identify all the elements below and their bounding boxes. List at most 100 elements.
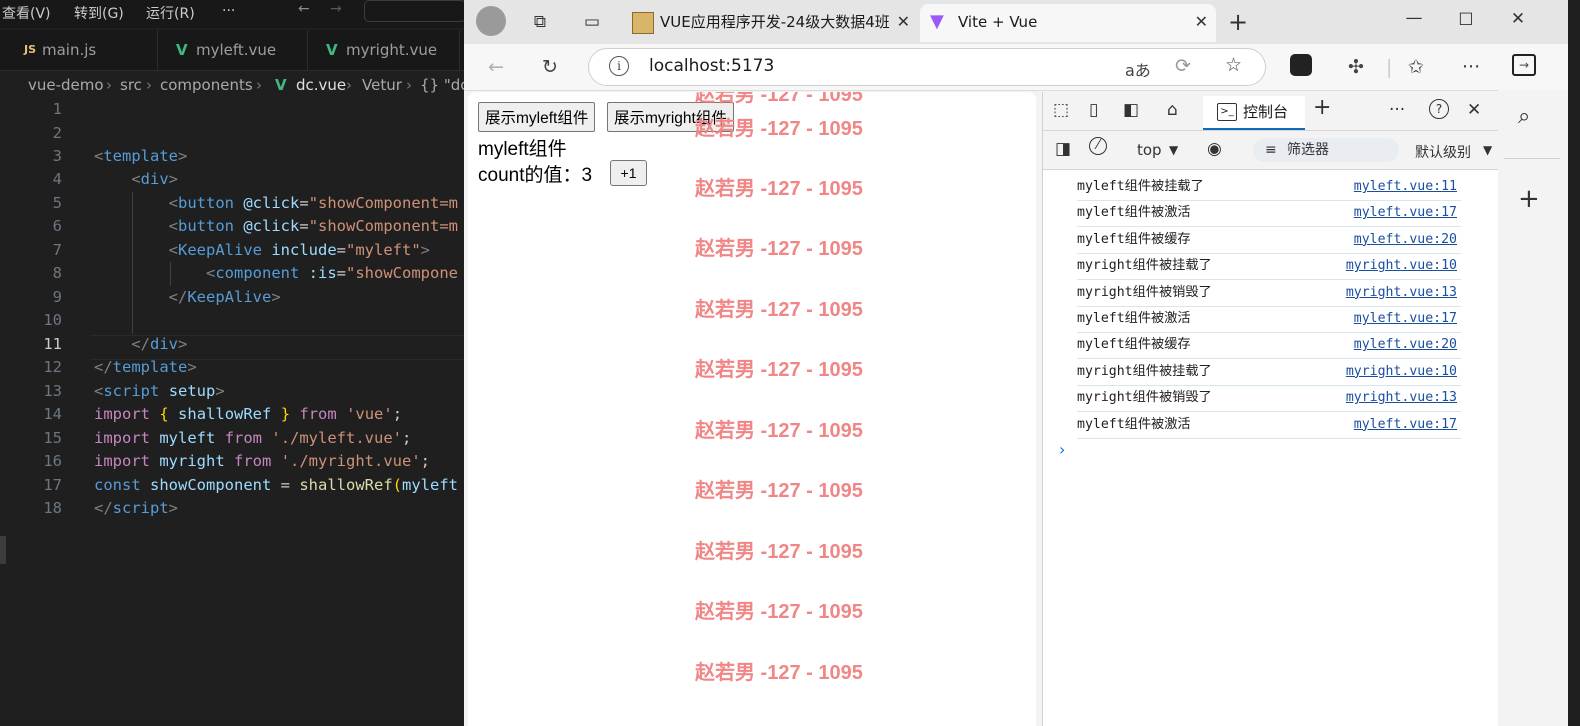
increment-button[interactable]: +1	[610, 160, 647, 186]
js-file-icon: JS	[24, 43, 37, 56]
log-source-link[interactable]: myleft.vue:20	[1354, 227, 1457, 253]
help-icon[interactable]: ?	[1429, 99, 1449, 119]
extension-app-icon[interactable]	[1290, 54, 1312, 76]
favorite-star-icon[interactable]: ☆	[1225, 54, 1242, 76]
profile-avatar-icon[interactable]	[476, 6, 506, 36]
menu-run[interactable]: 运行(R)	[146, 3, 195, 23]
show-myleft-button[interactable]: 展示myleft组件	[478, 102, 596, 132]
back-arrow-icon[interactable]: ←	[488, 56, 504, 78]
add-sidebar-app-icon[interactable]: +	[1518, 184, 1540, 214]
edge-sidebar: ⌕ +	[1498, 90, 1568, 726]
breadcrumb-item[interactable]: src	[120, 76, 142, 94]
tab-label: myleft.vue	[196, 41, 277, 59]
log-source-link[interactable]: myleft.vue:20	[1354, 332, 1457, 358]
web-page: 展示myleft组件 展示myright组件 myleft组件 count的值：…	[468, 92, 1036, 726]
vue-file-icon: V	[275, 76, 287, 94]
close-tab-icon[interactable]: ✕	[897, 4, 910, 40]
device-emulation-icon[interactable]: ▯	[1089, 100, 1098, 120]
dock-side-icon[interactable]: ◧	[1123, 100, 1139, 120]
more-tools-icon[interactable]: ···	[1389, 100, 1405, 120]
show-sidebar-icon[interactable]: ◨	[1055, 139, 1071, 159]
code-line: <button @click="showComponent=m	[168, 217, 458, 235]
console-log-row: myright组件被挂载了 myright.vue:10	[1077, 253, 1461, 281]
log-source-link[interactable]: myleft.vue:17	[1354, 412, 1457, 438]
menu-more[interactable]: ···	[222, 3, 235, 19]
chevron-right-icon: ›	[346, 76, 352, 94]
tab-main-js[interactable]: JS main.js	[16, 30, 158, 70]
line-number: 8	[52, 264, 62, 282]
filter-input[interactable]: ≡ 筛选器	[1253, 138, 1399, 162]
menu-bar: 查看(V) 转到(G) 运行(R) ··· ← →	[0, 0, 470, 28]
back-arrow-icon[interactable]: ←	[298, 1, 310, 17]
url-field[interactable]: i localhost:5173 aあ ⟳ ☆	[588, 48, 1266, 86]
code-line: <button @click="showComponent=m	[168, 194, 458, 212]
log-source-link[interactable]: myright.vue:10	[1346, 359, 1457, 385]
command-center[interactable]	[364, 0, 466, 22]
home-icon[interactable]: ⌂	[1167, 100, 1178, 120]
edge-refresh-icon[interactable]: ⟳	[1175, 55, 1191, 77]
inspect-element-icon[interactable]: ⬚	[1053, 100, 1069, 120]
log-source-link[interactable]: myleft.vue:17	[1354, 306, 1457, 332]
log-level-select[interactable]: 默认级别	[1415, 142, 1471, 162]
watermark-text: 赵若男 -127 - 1095	[695, 92, 863, 106]
console-prompt-icon[interactable]: ›	[1059, 440, 1065, 459]
url-text[interactable]: localhost:5173	[649, 56, 774, 76]
tab-vue-course[interactable]: VUE应用程序开发-24级大数据4班 ✕	[622, 4, 918, 42]
breadcrumb-item[interactable]: {} "dc	[420, 76, 469, 94]
line-number: 14	[43, 405, 62, 423]
tab-title: VUE应用程序开发-24级大数据4班	[660, 13, 890, 31]
workspaces-icon[interactable]: ⧉	[526, 8, 554, 36]
context-select[interactable]: top	[1137, 141, 1162, 159]
chevron-down-icon: ▼	[1483, 143, 1493, 157]
code-editor[interactable]: 1 2 3 4 5 6 7 8 9 10 11 12 13 14 15 16 17 18 <template> <…	[0, 100, 470, 726]
code-line: import myright from './myright.vue';	[94, 452, 431, 470]
clear-console-icon[interactable]: ⁄	[1089, 137, 1107, 155]
add-tool-icon[interactable]: +	[1313, 95, 1331, 120]
tab-console[interactable]: >_ 控制台	[1203, 96, 1305, 130]
menu-view[interactable]: 查看(V)	[2, 3, 51, 23]
extensions-puzzle-icon[interactable]: ✣	[1348, 56, 1364, 78]
breadcrumb-item[interactable]: dc.vue	[296, 76, 346, 94]
log-source-link[interactable]: myleft.vue:17	[1354, 200, 1457, 226]
live-expression-eye-icon[interactable]: ◉	[1207, 139, 1222, 159]
reload-icon[interactable]: ↻	[542, 56, 558, 78]
breadcrumb-item[interactable]: Vetur	[362, 76, 402, 94]
filter-placeholder: 筛选器	[1287, 142, 1329, 158]
sidebar-toggle-icon[interactable]: →	[1512, 54, 1536, 76]
tab-title: Vite + Vue	[958, 13, 1038, 31]
maximize-icon[interactable]: ☐	[1452, 6, 1480, 34]
close-window-icon[interactable]: ✕	[1504, 5, 1532, 33]
log-message: myleft组件被挂载了	[1077, 179, 1204, 194]
tab-label: myright.vue	[346, 41, 438, 59]
breadcrumb-item[interactable]: vue-demo	[28, 76, 104, 94]
breadcrumb-item[interactable]: components	[160, 76, 253, 94]
more-menu-icon[interactable]: ···	[1462, 56, 1480, 78]
search-icon[interactable]: ⌕	[1518, 104, 1530, 129]
close-devtools-icon[interactable]: ✕	[1467, 100, 1481, 120]
console-log-row: myright组件被销毁了 myright.vue:13	[1077, 385, 1461, 413]
forward-arrow-icon[interactable]: →	[330, 1, 342, 17]
site-info-icon[interactable]: i	[609, 56, 629, 76]
watermark-text: 赵若男 -127 - 1095	[695, 299, 863, 321]
console-log-row: myright组件被销毁了 myright.vue:13	[1077, 280, 1461, 307]
tab-myright-vue[interactable]: V myright.vue	[310, 30, 460, 70]
favorites-list-icon[interactable]: ✩	[1408, 56, 1424, 78]
new-tab-icon[interactable]: +	[1224, 8, 1252, 36]
code-line: import myleft from './myleft.vue';	[94, 429, 412, 447]
close-tab-icon[interactable]: ✕	[1195, 4, 1208, 40]
tab-myleft-vue[interactable]: V myleft.vue	[160, 30, 308, 70]
code-line: import { shallowRef } from 'vue';	[94, 405, 403, 423]
log-source-link[interactable]: myright.vue:13	[1346, 280, 1457, 306]
log-source-link[interactable]: myright.vue:13	[1346, 385, 1457, 411]
tab-vite-vue[interactable]: ▼ Vite + Vue ✕	[920, 4, 1216, 42]
vertical-tabs-icon[interactable]: ▭	[578, 8, 606, 36]
minimize-icon[interactable]: —	[1400, 4, 1428, 32]
read-aloud-icon[interactable]: aあ	[1125, 57, 1151, 81]
line-number: 1	[52, 100, 62, 118]
log-source-link[interactable]: myright.vue:10	[1346, 253, 1457, 279]
code-line: <template>	[94, 147, 188, 165]
watermark-text: 赵若男 -127 - 1095	[695, 118, 863, 140]
menu-goto[interactable]: 转到(G)	[74, 3, 124, 23]
line-number: 17	[43, 476, 62, 494]
log-source-link[interactable]: myleft.vue:11	[1354, 174, 1457, 200]
